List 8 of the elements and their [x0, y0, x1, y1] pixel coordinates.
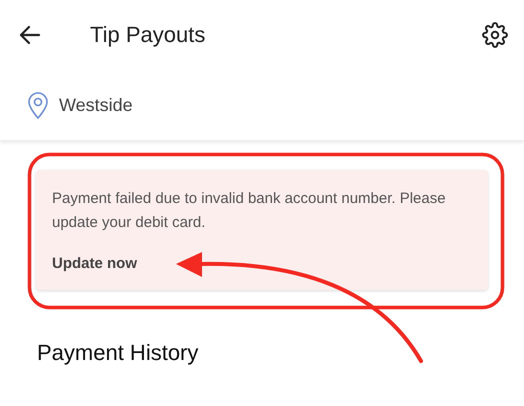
back-icon[interactable]	[18, 23, 42, 47]
page-title: Tip Payouts	[90, 22, 206, 48]
location-pin-icon	[27, 92, 49, 118]
settings-icon[interactable]	[482, 22, 508, 48]
alert-message: Payment failed due to invalid bank account number. Please update your debit card.	[52, 189, 447, 233]
update-link[interactable]: Update now	[52, 255, 137, 272]
location-name: Westside	[59, 94, 133, 116]
section-heading: Payment History	[37, 340, 200, 366]
